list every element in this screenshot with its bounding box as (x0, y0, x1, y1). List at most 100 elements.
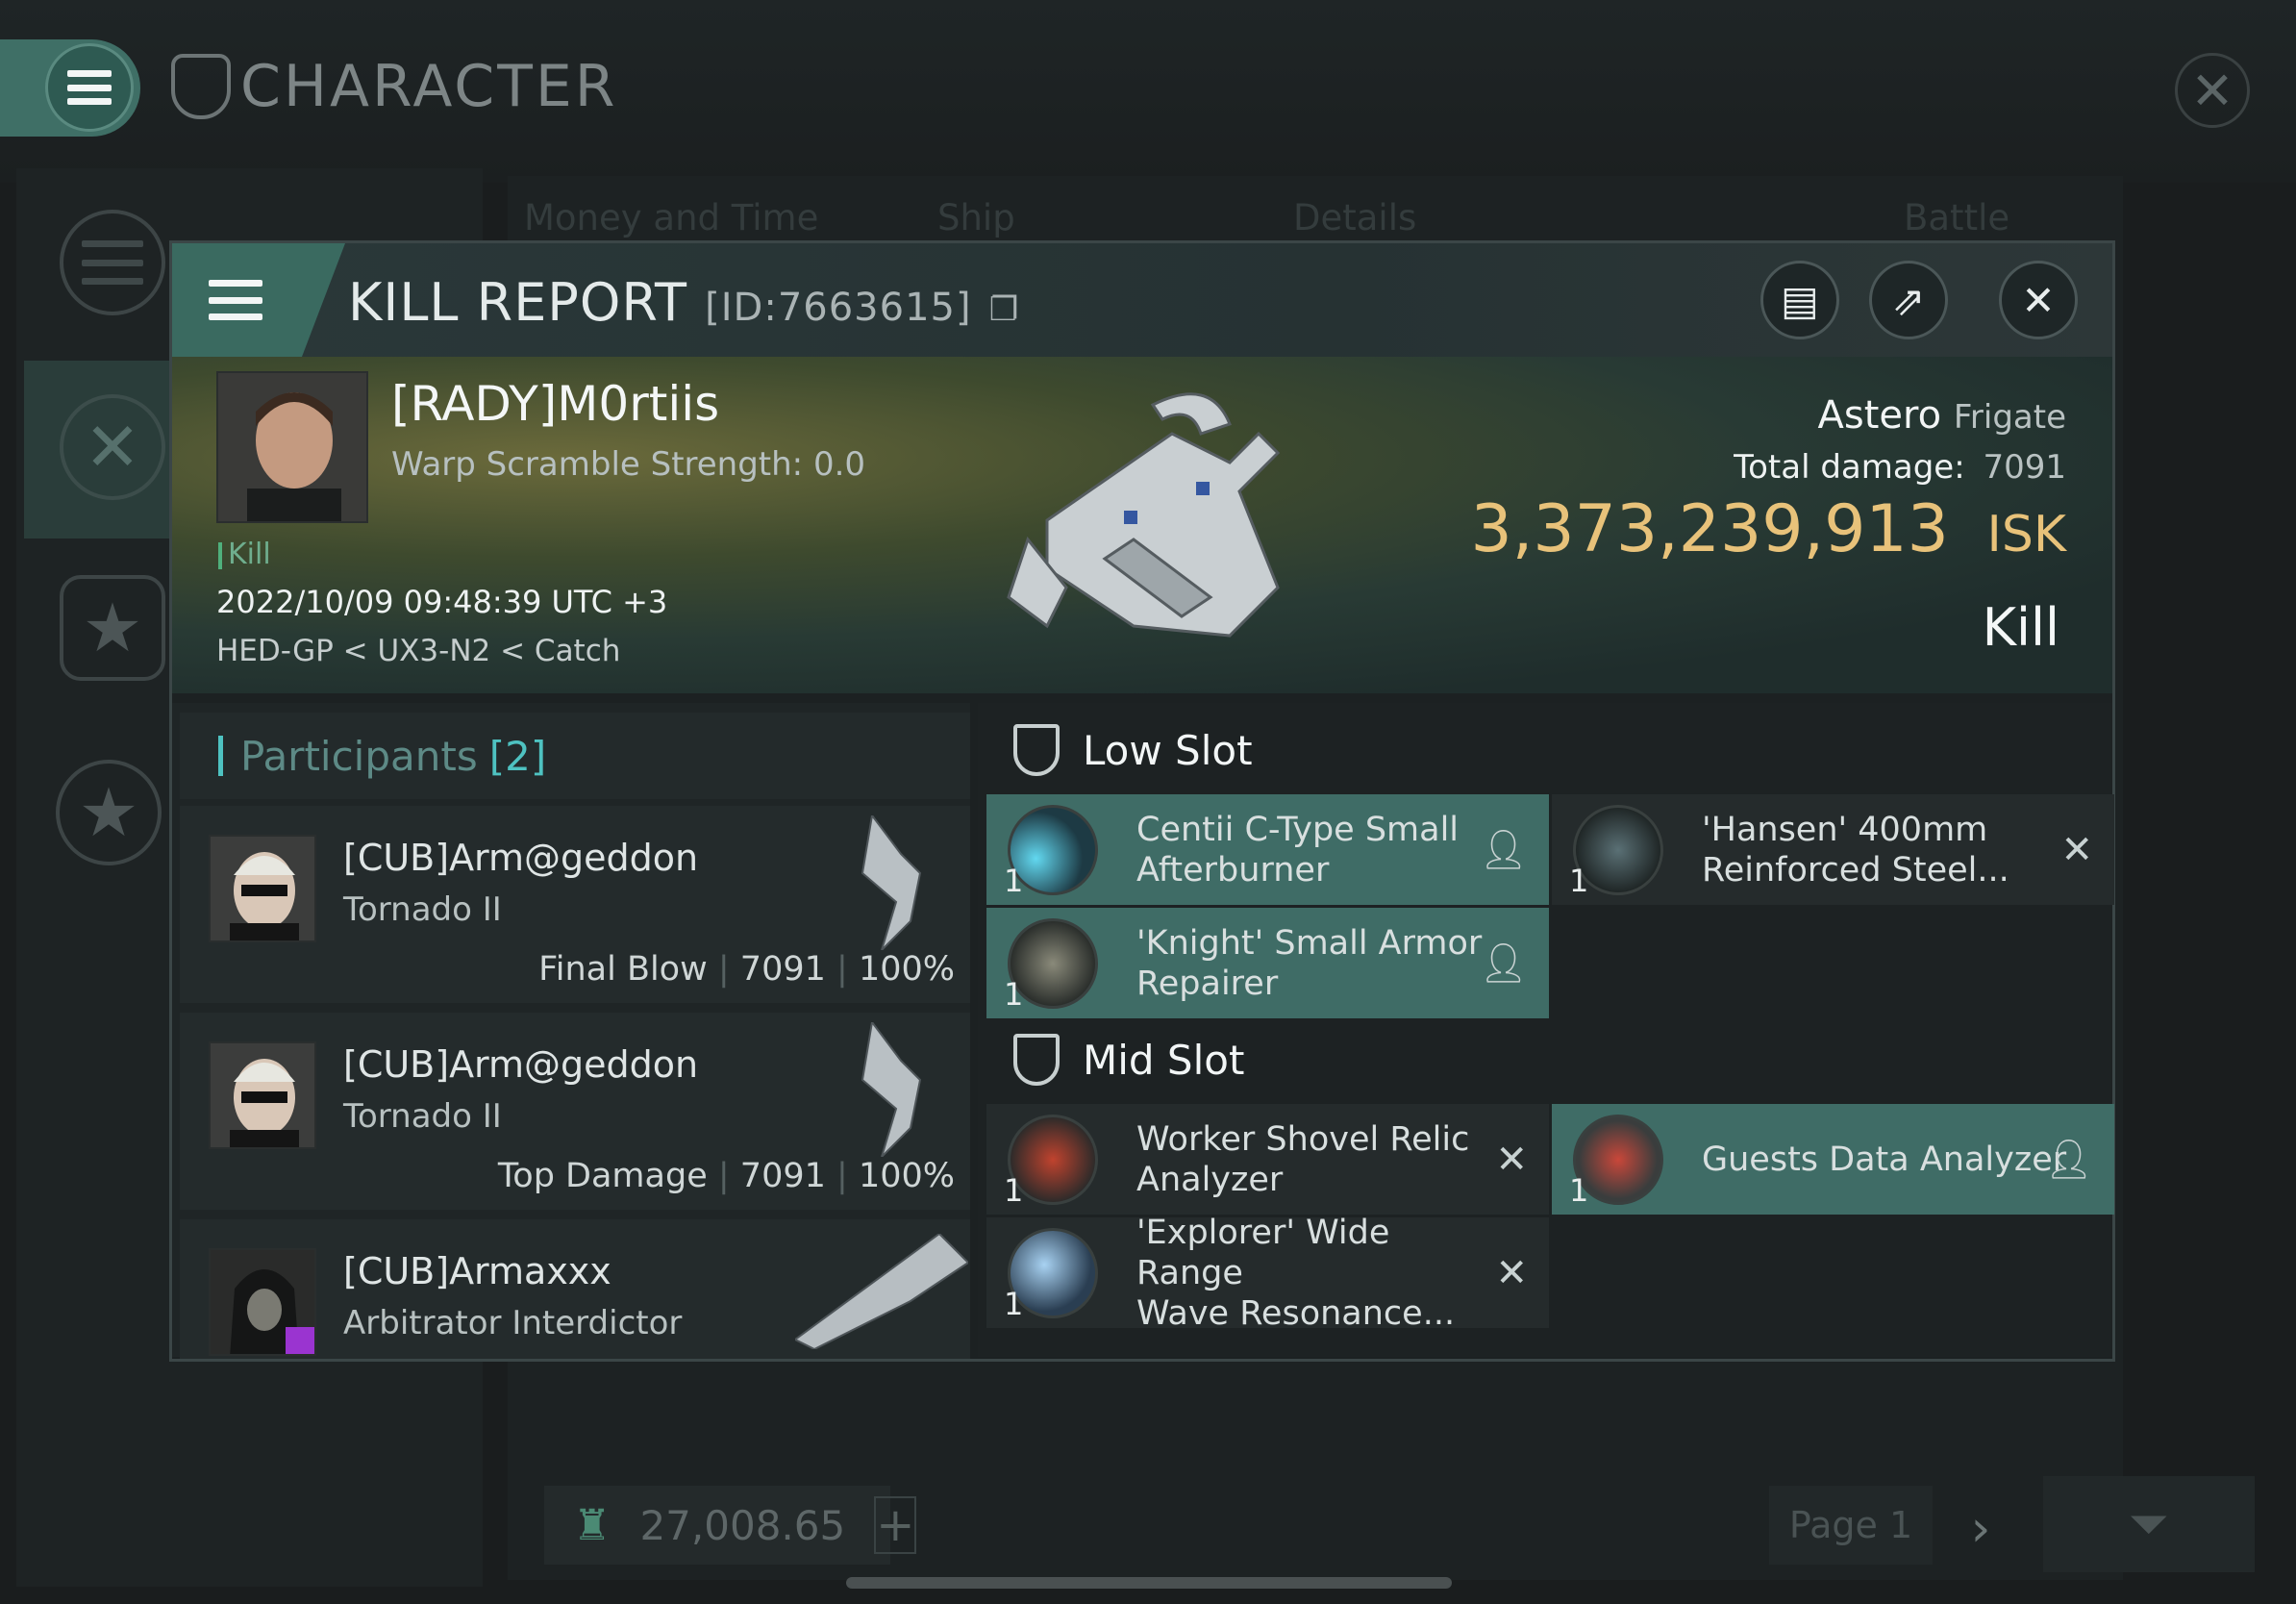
close-icon: ✕ (2190, 60, 2234, 121)
victim-banner: [RADY]M0rtiis Warp Scramble Strength: 0.… (172, 357, 2112, 693)
pilot-face-icon (218, 373, 366, 521)
tornado-ship-image (861, 1022, 922, 1157)
isk-value-row: 3,373,239,913 ISK (1470, 491, 2066, 567)
chevron-right-icon: › (1970, 1500, 1991, 1558)
module-qty: 1 (1569, 863, 1589, 899)
close-modal-button[interactable]: ✕ (1999, 261, 2078, 339)
pilot-face-icon (211, 1043, 314, 1147)
pilot-hooded-icon (211, 1250, 314, 1354)
dropped-person-icon: 👤︎ (1479, 828, 1528, 872)
participant-role: Final Blow (538, 950, 708, 989)
victim-name[interactable]: [RADY]M0rtiis (391, 376, 719, 432)
list-menu-button[interactable] (60, 210, 165, 315)
low-slot-title: Low Slot (1083, 726, 1253, 774)
hamburger-icon (209, 280, 262, 320)
copy-id-icon[interactable]: ❐ (989, 290, 1019, 329)
modal-title-text: KILL REPORT (348, 272, 687, 333)
low-slot-header: Low Slot (1013, 724, 1253, 776)
pilot-face-icon (211, 837, 314, 940)
module-name-line2: Wave Resonance... (1136, 1293, 1456, 1333)
module-slot[interactable]: 1 Centii C-Type Small Afterburner 👤︎ (986, 794, 1549, 905)
kill-tag: Kill (218, 538, 271, 571)
destroyed-x-icon: ✕ (1495, 1250, 1528, 1295)
participant-portrait[interactable] (209, 835, 316, 942)
participant-ship: Arbitrator Interdictor (343, 1304, 683, 1342)
total-damage-value: 7091 (1983, 448, 2066, 487)
module-name-line1: 'Hansen' 400mm (1702, 810, 1988, 849)
total-damage-label: Total damage: (1734, 448, 1965, 487)
star-tab-button[interactable]: ★ (60, 575, 165, 681)
low-slot-icon (1013, 724, 1060, 776)
kill-report-modal: KILL REPORT [ID:7663615] ❐ ▤ ⇗ ✕ [RADY]M… (169, 240, 2115, 1362)
close-icon: ✕ (2021, 276, 2056, 324)
module-slot[interactable]: 1 Guests Data Analyzer 👤︎ (1552, 1104, 2114, 1215)
add-funds-button[interactable]: + (874, 1496, 917, 1554)
participant-row[interactable]: [CUB]Arm@geddon Tornado II Top Damage | … (180, 1013, 970, 1210)
hamburger-icon (67, 70, 112, 105)
dropped-person-icon: 👤︎ (2044, 1138, 2093, 1182)
participant-row[interactable]: [CUB]Armaxxx Arbitrator Interdictor (180, 1219, 970, 1359)
participant-portrait[interactable] (209, 1041, 316, 1149)
module-name: 'Hansen' 400mm Reinforced Steel... (1702, 810, 2067, 890)
participant-damage: 7091 (739, 950, 826, 989)
kill-location[interactable]: HED-GP < UX3-N2 < Catch (216, 634, 620, 668)
tab-ship[interactable]: Ship (937, 197, 1015, 238)
mid-slot-icon (1013, 1034, 1060, 1086)
destroyed-x-icon: ✕ (1495, 1137, 1528, 1182)
modal-title: KILL REPORT [ID:7663615] ❐ (348, 272, 1019, 333)
participant-percent: 100% (858, 1157, 955, 1195)
participant-portrait[interactable] (209, 1248, 316, 1356)
horizontal-scrollbar[interactable] (846, 1577, 1452, 1589)
module-slot[interactable]: 1 Worker Shovel Relic Analyzer ✕ (986, 1104, 1549, 1215)
combat-tab-button[interactable]: ✕ (60, 394, 165, 500)
main-menu-button[interactable] (45, 43, 134, 132)
clipboard-button[interactable]: ▤ (1760, 261, 1839, 339)
victim-ship-name[interactable]: Astero (1818, 393, 1942, 438)
star-circle-icon: ★ (78, 773, 139, 852)
dropped-person-icon: 👤︎ (1479, 941, 1528, 986)
clipboard-icon: ▤ (1781, 276, 1819, 324)
module-name: 'Knight' Small Armor Repairer (1136, 923, 1502, 1004)
mid-slot-title: Mid Slot (1083, 1036, 1245, 1084)
filter-button[interactable]: ⏷ (2043, 1476, 2255, 1572)
destroyed-x-icon: ✕ (2060, 827, 2093, 872)
module-name: 'Explorer' Wide Range Wave Resonance... (1136, 1213, 1502, 1334)
module-name: Centii C-Type Small Afterburner (1136, 810, 1502, 890)
next-page-button[interactable]: › (1933, 1495, 2029, 1563)
page-indicator[interactable]: Page 1 (1769, 1486, 1933, 1565)
victim-portrait[interactable] (216, 371, 368, 523)
participants-accent (218, 736, 223, 776)
participant-name[interactable]: [CUB]Arm@geddon (343, 837, 698, 879)
module-qty: 1 (1004, 1172, 1024, 1209)
tab-details[interactable]: Details (1293, 197, 1416, 238)
module-slot[interactable]: 1 'Knight' Small Armor Repairer 👤︎ (986, 908, 1549, 1018)
module-name: Guests Data Analyzer (1702, 1140, 2067, 1180)
share-button[interactable]: ⇗ (1869, 261, 1948, 339)
module-slot[interactable]: 1 'Explorer' Wide Range Wave Resonance...… (986, 1214, 1549, 1333)
external-link-icon: ⇗ (1891, 276, 1926, 324)
character-icon (171, 54, 231, 119)
crossed-swords-icon: ✕ (84, 408, 141, 487)
isk-unit: ISK (1986, 506, 2066, 564)
module-slot[interactable]: 1 'Hansen' 400mm Reinforced Steel... ✕ (1552, 794, 2114, 905)
participants-header: Participants [2] (180, 713, 970, 799)
star-icon: ★ (82, 589, 143, 667)
participants-label: Participants (240, 732, 478, 780)
mid-slot-header: Mid Slot (1013, 1034, 1244, 1086)
isk-value: 3,373,239,913 (1470, 491, 1949, 567)
participant-name[interactable]: [CUB]Arm@geddon (343, 1043, 698, 1086)
participant-role: Top Damage (497, 1157, 708, 1195)
participant-row[interactable]: [CUB]Arm@geddon Tornado II Final Blow | … (180, 806, 970, 1003)
participant-stats: Final Blow | 7091 | 100% (538, 950, 955, 989)
participant-name[interactable]: [CUB]Armaxxx (343, 1250, 611, 1292)
close-window-button[interactable]: ✕ (2175, 53, 2250, 128)
participant-percent: 100% (858, 950, 955, 989)
module-name-line1: Centii C-Type Small (1136, 810, 1460, 849)
tab-money-time[interactable]: Money and Time (524, 197, 818, 238)
module-name-line1: Guests Data Analyzer (1702, 1140, 2067, 1179)
module-qty: 1 (1004, 863, 1024, 899)
star-circle-tab-button[interactable]: ★ (56, 760, 162, 865)
participant-ship: Tornado II (343, 1097, 502, 1136)
tornado-ship-image (861, 815, 922, 950)
arbitrator-ship-image (795, 1234, 968, 1349)
